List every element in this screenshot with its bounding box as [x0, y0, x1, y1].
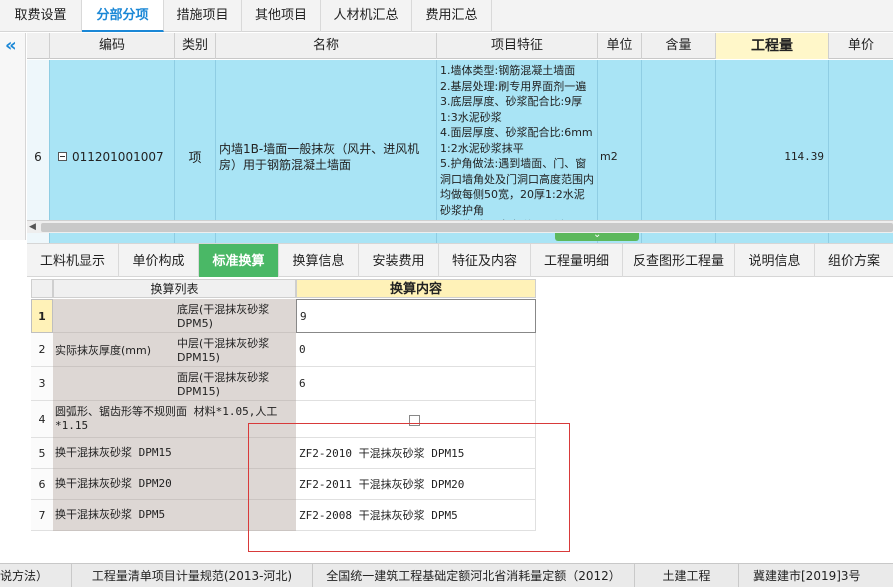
tab-fee-summary[interactable]: 费用汇总 [412, 0, 492, 32]
scroll-left-arrow-icon[interactable]: ◀ [29, 222, 36, 232]
conversion-header-list: 换算列表 [53, 279, 296, 298]
tab-standard-conversion[interactable]: 标准换算 [199, 244, 279, 277]
conversion-row-label: 面层(干混抹灰砂浆 DPM15) [53, 367, 296, 401]
grid-header-num [27, 33, 50, 59]
conversion-row[interactable]: 3 面层(干混抹灰砂浆 DPM15) 6 [31, 367, 536, 401]
status-spec: 工程量清单项目计量规范(2013-河北) [72, 564, 313, 587]
tab-labor-material-summary[interactable]: 人材机汇总 [321, 0, 412, 32]
double-chevron-left-icon[interactable]: « [5, 37, 17, 55]
conversion-header-content: 换算内容 [296, 279, 536, 298]
tab-pricing-scheme[interactable]: 组价方案 [815, 244, 893, 277]
horizontal-scrollbar[interactable]: ◀ [27, 220, 893, 233]
conversion-row-num: 3 [31, 367, 53, 401]
top-tab-bar: 取费设置 分部分项 措施项目 其他项目 人材机汇总 费用汇总 [0, 0, 893, 32]
conversion-row[interactable]: 1 底层(干混抹灰砂浆 DPM5) 9 [31, 299, 536, 333]
grid-header-features[interactable]: 项目特征 [437, 33, 598, 59]
status-bar: 说方法） 工程量清单项目计量规范(2013-河北) 全国统一建筑工程基础定额河北… [0, 563, 893, 587]
conversion-value-input[interactable]: 9 [296, 299, 536, 333]
conversion-row-num: 7 [31, 500, 53, 531]
panel-split-handle[interactable]: ⌄ [555, 229, 639, 241]
chevron-down-icon: ⌄ [593, 229, 602, 240]
conversion-row[interactable]: 2 中层(干混抹灰砂浆 DPM15) 0 [31, 333, 536, 367]
tab-reverse-graphic-quantity[interactable]: 反查图形工程量 [623, 244, 735, 277]
tab-unit-price-composition[interactable]: 单价构成 [119, 244, 199, 277]
highlight-annotation-box [248, 423, 570, 552]
tab-description-info[interactable]: 说明信息 [735, 244, 815, 277]
conversion-row-label-text: 中层(干混抹灰砂浆 DPM15) [177, 337, 270, 364]
conversion-value-input[interactable]: 6 [296, 367, 536, 401]
status-document-no: 冀建建市[2019]3号 [753, 569, 861, 583]
status-quota: 全国统一建筑工程基础定额河北省消耗量定额（2012） [313, 564, 635, 587]
conversion-header-corner [31, 279, 53, 298]
status-calc-method: 说方法） [0, 564, 72, 587]
code-text: 011201001007 [72, 149, 164, 164]
conversion-row-num: 6 [31, 469, 53, 500]
scrollbar-thumb[interactable] [41, 223, 893, 232]
tab-conversion-info[interactable]: 换算信息 [279, 244, 359, 277]
status-project-type: 土建工程 [635, 564, 739, 587]
conversion-value-input[interactable]: 0 [296, 333, 536, 367]
grid-header: 编码 类别 名称 项目特征 单位 含量 工程量 单价 [27, 33, 893, 59]
grid-header-content[interactable]: 含量 [642, 33, 716, 59]
tab-labor-material-display[interactable]: 工料机显示 [27, 244, 119, 277]
side-collapse-strip: « [0, 33, 26, 240]
tab-measures[interactable]: 措施项目 [164, 0, 242, 32]
tab-other-items[interactable]: 其他项目 [242, 0, 321, 32]
tab-sub-items[interactable]: 分部分项 [82, 0, 164, 32]
grid-header-type[interactable]: 类别 [175, 33, 216, 59]
conversion-row-num: 1 [31, 299, 53, 333]
grid-header-code[interactable]: 编码 [50, 33, 175, 59]
detail-tab-bar: 工料机显示 单价构成 标准换算 换算信息 安装费用 特征及内容 工程量明细 反查… [27, 243, 893, 277]
conversion-row-label-text: 底层(干混抹灰砂浆 DPM5) [177, 303, 270, 330]
grid-header-name[interactable]: 名称 [216, 33, 437, 59]
grid-header-unit[interactable]: 单位 [598, 33, 642, 59]
conversion-row-num: 2 [31, 333, 53, 367]
conversion-row-label: 中层(干混抹灰砂浆 DPM15) [53, 333, 296, 367]
conversion-row-label: 底层(干混抹灰砂浆 DPM5) [53, 299, 296, 333]
tab-quantity-detail[interactable]: 工程量明细 [531, 244, 623, 277]
conversion-row-num: 4 [31, 401, 53, 438]
tab-install-fee[interactable]: 安装费用 [359, 244, 439, 277]
grid-header-unit-price[interactable]: 单价 [829, 33, 893, 59]
conversion-row-label-text: 面层(干混抹灰砂浆 DPM15) [177, 371, 270, 398]
tab-features-content[interactable]: 特征及内容 [439, 244, 531, 277]
grid-header-quantity[interactable]: 工程量 [716, 33, 829, 59]
collapse-minus-icon[interactable] [58, 152, 67, 161]
conversion-row-num: 5 [31, 438, 53, 469]
tab-fee-settings[interactable]: 取费设置 [0, 0, 82, 32]
